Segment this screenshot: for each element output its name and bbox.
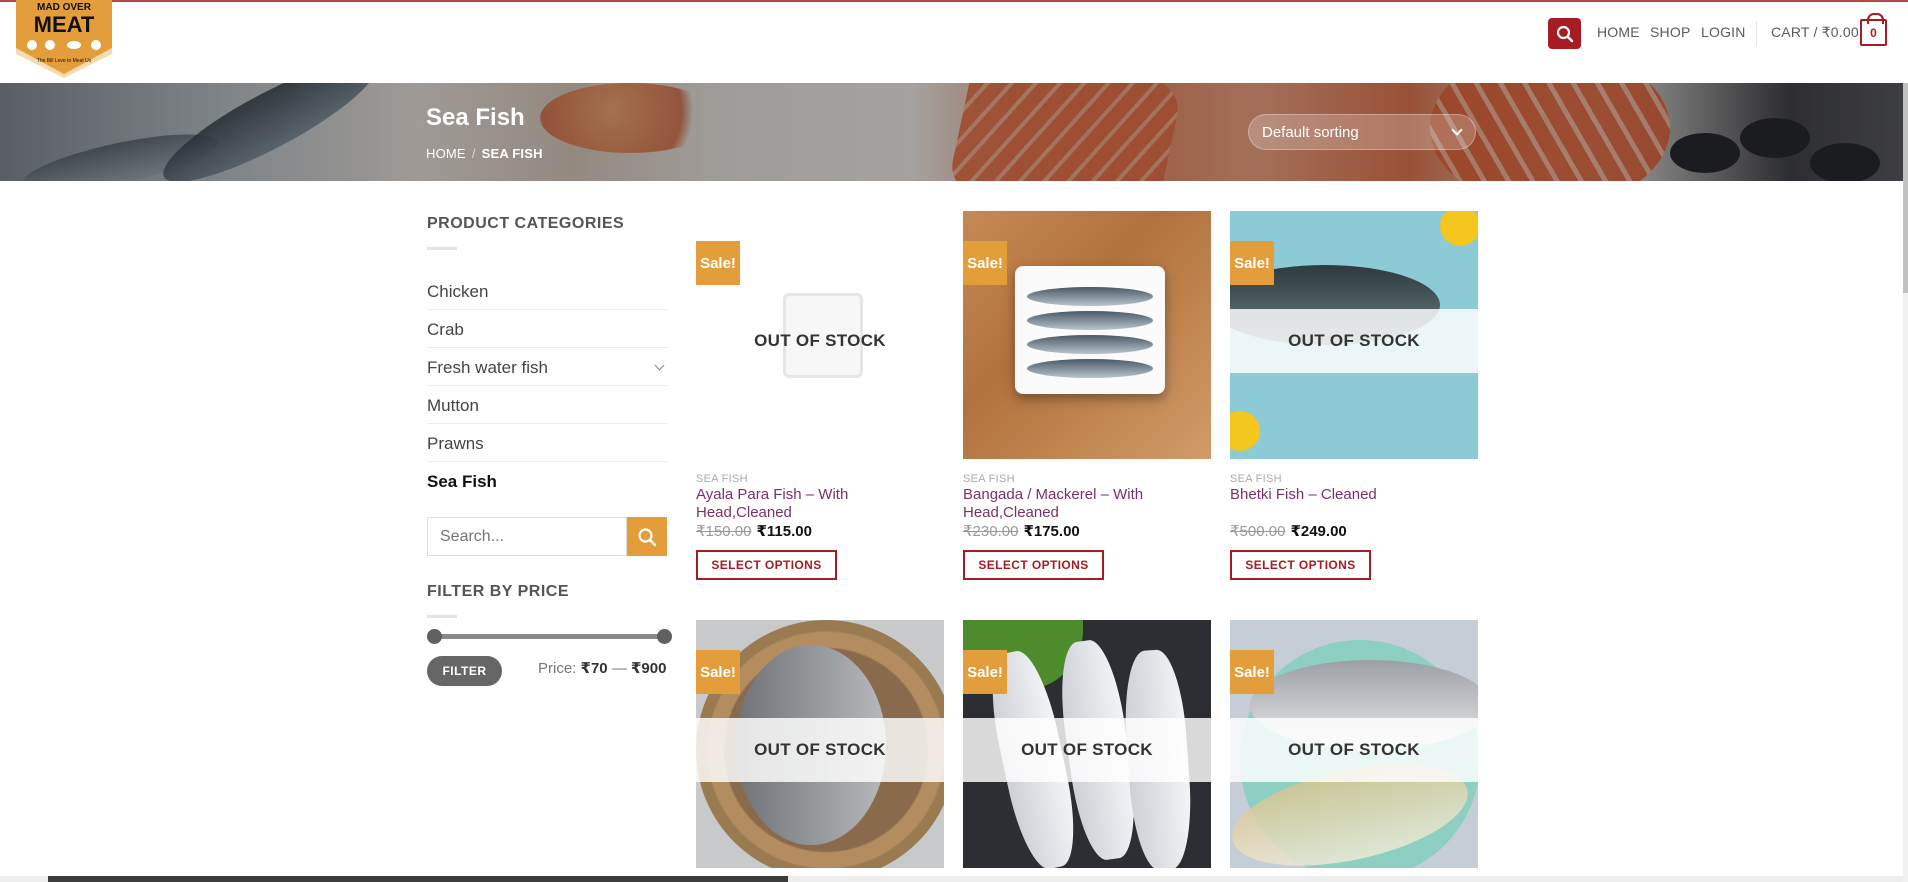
fish-image: [1027, 359, 1153, 378]
fish-image: [1027, 335, 1153, 354]
sale-badge: Sale!: [963, 650, 1007, 694]
search-icon: [638, 527, 657, 546]
search-icon: [1556, 25, 1573, 42]
product-price: ₹150.00 ₹115.00: [696, 522, 812, 540]
nav-home[interactable]: HOME: [1597, 24, 1640, 40]
product-image[interactable]: Sale! OUT OF STOCK: [696, 211, 944, 459]
product-image[interactable]: Sale! OUT OF STOCK: [1230, 211, 1478, 459]
chevron-down-icon[interactable]: [654, 360, 665, 371]
old-price: ₹230.00: [963, 523, 1019, 540]
site-header: MAD OVER MEAT The Bill Love to Meat Us H…: [0, 0, 1908, 83]
sale-badge: Sale!: [696, 650, 740, 694]
category-item-prawns[interactable]: Prawns: [427, 424, 667, 462]
fish-image: [1027, 311, 1153, 330]
logo-brand-text: MEAT: [34, 12, 95, 37]
product-search-input[interactable]: [427, 517, 627, 556]
old-price: ₹500.00: [1230, 523, 1286, 540]
product-image[interactable]: Sale! OUT OF STOCK: [1230, 620, 1478, 868]
nav-login[interactable]: LOGIN: [1701, 24, 1746, 40]
category-hero-banner: [0, 83, 1903, 181]
product-name[interactable]: Bhetki Fish – Cleaned: [1230, 486, 1450, 504]
sale-price: ₹249.00: [1290, 523, 1347, 540]
select-options-button[interactable]: SELECT OPTIONS: [1230, 550, 1371, 580]
sorting-select[interactable]: Default sorting: [1248, 114, 1476, 150]
price-prefix: Price:: [538, 660, 577, 677]
product-categories-title: PRODUCT CATEGORIES: [427, 215, 625, 232]
category-label: Prawns: [427, 434, 484, 453]
sale-badge: Sale!: [696, 241, 740, 285]
fish-image: [1027, 287, 1153, 306]
breadcrumb: HOME / SEA FISH: [426, 146, 543, 161]
title-divider: [427, 247, 457, 250]
select-options-button[interactable]: SELECT OPTIONS: [963, 550, 1104, 580]
sale-badge: Sale!: [1230, 241, 1274, 285]
old-price: ₹150.00: [696, 523, 752, 540]
product-image[interactable]: Sale! OUT OF STOCK: [963, 620, 1211, 868]
chevron-down-icon: [1451, 124, 1463, 136]
out-of-stock-label: OUT OF STOCK: [754, 331, 886, 350]
category-item-crab[interactable]: Crab: [427, 310, 667, 348]
category-label: Crab: [427, 320, 464, 339]
top-accent-line: [0, 0, 1908, 2]
product-price: ₹230.00 ₹175.00: [963, 522, 1080, 540]
header-search-button[interactable]: [1548, 18, 1581, 49]
sale-badge: Sale!: [1230, 650, 1274, 694]
product-image[interactable]: Sale!: [963, 211, 1211, 459]
price-min: ₹70: [580, 660, 608, 677]
category-item-sea-fish[interactable]: Sea Fish: [427, 462, 667, 500]
product-category: SEA FISH: [1230, 473, 1282, 485]
product-category: SEA FISH: [696, 473, 748, 485]
price-slider-track[interactable]: [434, 634, 664, 639]
category-label: Mutton: [427, 396, 479, 415]
price-max: ₹900: [630, 660, 667, 677]
sale-badge: Sale!: [963, 241, 1007, 285]
out-of-stock-label: OUT OF STOCK: [696, 718, 944, 782]
site-logo[interactable]: MAD OVER MEAT The Bill Love to Meat Us: [12, 0, 116, 78]
page-title: Sea Fish: [426, 104, 525, 131]
product-name[interactable]: Bangada / Mackerel – With Head,Cleaned: [963, 486, 1183, 522]
lemon-image: [1230, 411, 1260, 451]
nav-divider: [1756, 21, 1757, 45]
category-item-mutton[interactable]: Mutton: [427, 386, 667, 424]
nav-shop[interactable]: SHOP: [1650, 24, 1690, 40]
filter-by-price-title: FILTER BY PRICE: [427, 583, 570, 600]
price-slider-min-handle[interactable]: [427, 629, 442, 644]
scrollbar-thumb[interactable]: [1903, 83, 1908, 293]
product-image[interactable]: Sale! OUT OF STOCK: [696, 620, 944, 868]
lemon-image: [1440, 211, 1478, 246]
price-dash: —: [611, 660, 627, 677]
filter-button[interactable]: FILTER: [427, 656, 502, 686]
page-scrollbar[interactable]: [1903, 83, 1908, 882]
out-of-stock-label: OUT OF STOCK: [963, 718, 1211, 782]
sale-price: ₹115.00: [756, 523, 812, 540]
horizontal-scrollbar[interactable]: [0, 876, 1903, 882]
cart-link[interactable]: CART / ₹0.00: [1771, 24, 1859, 41]
title-divider: [427, 615, 457, 618]
cart-count-badge[interactable]: 0: [1860, 13, 1887, 46]
scrollbar-thumb[interactable]: [48, 876, 788, 882]
category-label: Chicken: [427, 282, 489, 301]
out-of-stock-label: OUT OF STOCK: [1230, 309, 1478, 373]
price-slider-max-handle[interactable]: [657, 629, 672, 644]
product-name[interactable]: Ayala Para Fish – With Head,Cleaned: [696, 486, 916, 522]
breadcrumb-current: SEA FISH: [481, 146, 543, 161]
category-item-fresh-water-fish[interactable]: Fresh water fish: [427, 348, 667, 386]
price-range-label: Price: ₹70 — ₹900: [538, 659, 666, 677]
logo-tagline: The Bill Love to Meat Us: [37, 58, 92, 64]
breadcrumb-home[interactable]: HOME: [426, 146, 466, 161]
product-category: SEA FISH: [963, 473, 1015, 485]
out-of-stock-label: OUT OF STOCK: [1230, 718, 1478, 782]
product-search-button[interactable]: [627, 517, 667, 556]
sale-price: ₹175.00: [1023, 523, 1080, 540]
category-label: Fresh water fish: [427, 358, 548, 377]
category-item-chicken[interactable]: Chicken: [427, 272, 667, 310]
breadcrumb-separator: /: [471, 146, 476, 161]
sorting-selected-value: Default sorting: [1262, 124, 1359, 141]
hero-overlay: [0, 83, 1903, 181]
category-label: Sea Fish: [427, 472, 497, 491]
select-options-button[interactable]: SELECT OPTIONS: [696, 550, 837, 580]
product-price: ₹500.00 ₹249.00: [1230, 522, 1347, 540]
